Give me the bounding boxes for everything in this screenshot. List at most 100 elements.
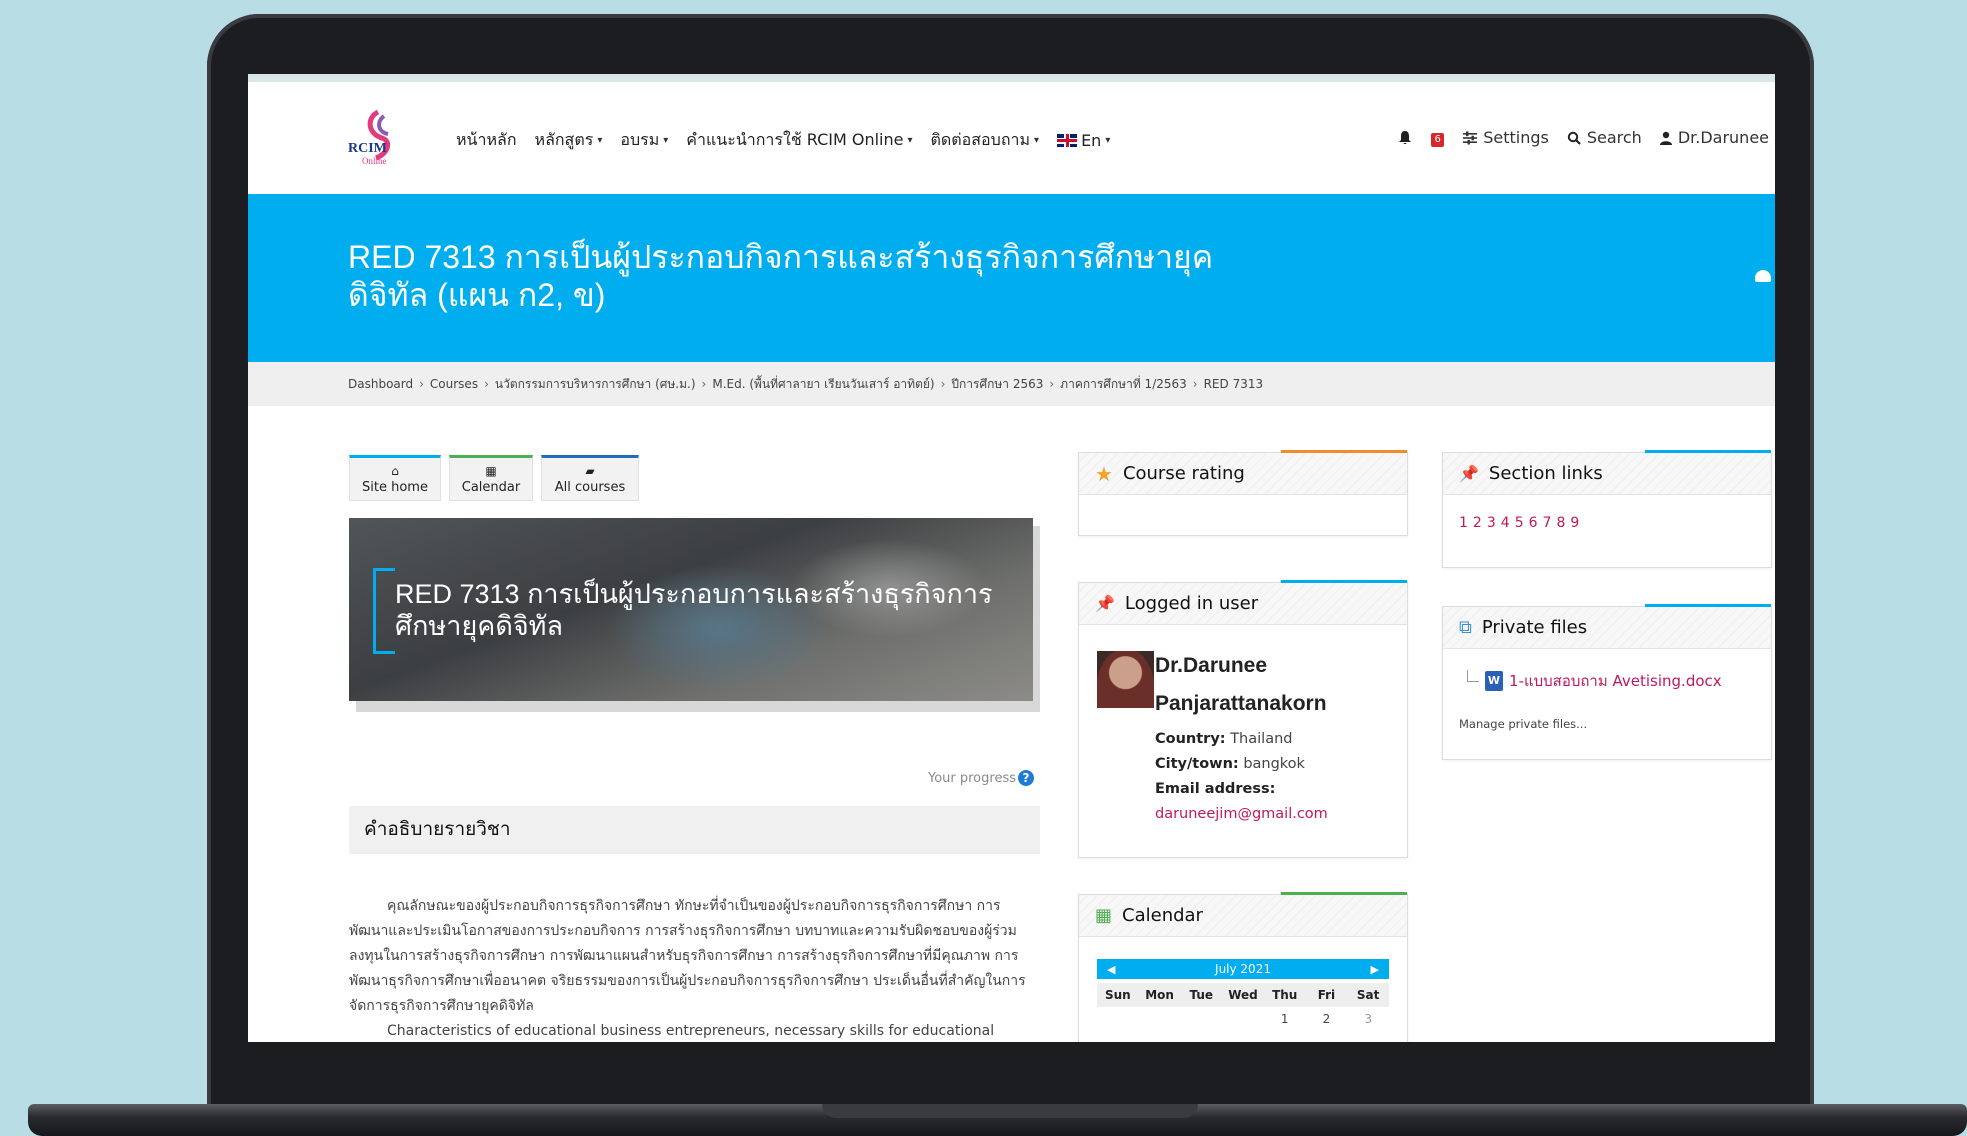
notification-count-badge: 6 xyxy=(1431,132,1445,147)
site-home-button[interactable]: ⌂ Site home xyxy=(349,455,441,501)
section-link[interactable]: 2 xyxy=(1473,515,1482,531)
block-accent xyxy=(1281,892,1407,895)
book-icon: ▰ xyxy=(585,464,595,478)
breadcrumb-separator: › xyxy=(1049,377,1055,391)
banner-title: RED 7313 การเป็นผู้ประกอบการและสร้างธุรก… xyxy=(395,579,993,641)
menu-guide[interactable]: คำแนะนำการใช้ RCIM Online ▾ xyxy=(686,128,912,153)
next-month-arrow-icon[interactable]: ▶ xyxy=(1371,963,1379,976)
calendar-day xyxy=(1222,1007,1264,1031)
file-name: 1-แบบสอบถาม Avetising.docx xyxy=(1509,672,1722,690)
dashboard-gauge-icon[interactable] xyxy=(1755,270,1771,282)
private-files-block: ⧉ Private files W 1-แบบสอบถาม Avetising.d… xyxy=(1442,604,1772,760)
calendar-grid: Sun Mon Tue Wed Thu Fri Sat 1 2 3 xyxy=(1097,983,1389,1031)
course-rating-title: Course rating xyxy=(1122,463,1245,484)
breadcrumb-separator: › xyxy=(701,377,707,391)
breadcrumb: Dashboard › Courses › นวัตกรรมการบริหารการ… xyxy=(248,362,1775,406)
browser-screen: RCIM Online หน้าหลัก หลักสูตร ▾ อบรม ▾ คำแ… xyxy=(248,74,1775,1042)
section-link[interactable]: 9 xyxy=(1570,515,1579,531)
email-label: Email address: xyxy=(1155,781,1276,797)
calendar-day[interactable]: 3 xyxy=(1347,1007,1389,1031)
block-accent xyxy=(1281,450,1407,453)
user-profile-button[interactable]: Dr.Darunee xyxy=(1659,128,1769,147)
menu-courses[interactable]: หลักสูตร ▾ xyxy=(535,128,603,153)
prev-month-arrow-icon[interactable]: ◀ xyxy=(1107,963,1115,976)
settings-label: Settings xyxy=(1483,128,1549,147)
breadcrumb-semester[interactable]: ภาคการศึกษาที่ 1/2563 xyxy=(1060,375,1187,394)
menu-contact[interactable]: ติดต่อสอบถาม ▾ xyxy=(931,128,1040,153)
search-button[interactable]: Search xyxy=(1567,128,1642,147)
section-link[interactable]: 1 xyxy=(1459,515,1468,531)
quick-links: ⌂ Site home ▦ Calendar ▰ All courses xyxy=(349,455,639,501)
search-icon xyxy=(1567,131,1581,145)
manage-private-files-link[interactable]: Manage private files... xyxy=(1459,717,1587,731)
sliders-icon xyxy=(1463,131,1478,144)
breadcrumb-dashboard[interactable]: Dashboard xyxy=(348,377,413,391)
private-files-title: Private files xyxy=(1481,617,1588,638)
tree-connector xyxy=(1467,670,1479,682)
top-navbar: RCIM Online หน้าหลัก หลักสูตร ▾ อบรม ▾ คำแ… xyxy=(248,82,1775,194)
course-rating-block: ★ Course rating xyxy=(1078,450,1408,536)
calendar-icon: ▦ xyxy=(485,464,497,478)
private-file-link[interactable]: W 1-แบบสอบถาม Avetising.docx xyxy=(1467,669,1722,693)
home-icon: ⌂ xyxy=(391,464,399,478)
logo-text: RCIM xyxy=(348,141,387,156)
section-link[interactable]: 3 xyxy=(1487,515,1496,531)
course-header: RED 7313 การเป็นผู้ประกอบกิจการและสร้างธ… xyxy=(248,194,1775,362)
settings-button[interactable]: Settings xyxy=(1463,128,1549,147)
breadcrumb-campus[interactable]: M.Ed. (พื้นที่ศาลายา เรียนวันเสาร์ อาทิต… xyxy=(712,375,934,394)
calendar-label: Calendar xyxy=(461,480,521,495)
section-heading: คำอธิบายรายวิชา xyxy=(349,806,1040,854)
menu-home[interactable]: หน้าหลัก xyxy=(456,128,517,153)
calendar-button[interactable]: ▦ Calendar xyxy=(449,455,533,501)
progress-label: Your progress xyxy=(927,770,1016,786)
section-link[interactable]: 7 xyxy=(1543,515,1552,531)
chevron-down-icon: ▾ xyxy=(907,135,913,146)
weekday-wed: Wed xyxy=(1228,988,1258,1002)
calendar-day[interactable]: 2 xyxy=(1306,1007,1348,1031)
weekday-fri: Fri xyxy=(1317,988,1336,1002)
course-progress: Your progress ? xyxy=(808,770,1034,786)
breadcrumb-program[interactable]: นวัตกรรมการบริหารการศึกษา (ศษ.ม.) xyxy=(495,375,696,394)
logo-subtext: Online xyxy=(362,156,387,166)
menu-training[interactable]: อบรม ▾ xyxy=(620,128,668,153)
calendar-day[interactable]: 1 xyxy=(1264,1007,1306,1031)
notifications-button[interactable] xyxy=(1397,130,1413,146)
menu-courses-label: หลักสูตร xyxy=(534,130,594,149)
description-english: Characteristics of educational business … xyxy=(387,1023,995,1039)
user-details: Country: Thailand City/town: bangkok Ema… xyxy=(1155,727,1328,827)
bell-icon xyxy=(1399,130,1412,144)
help-icon[interactable]: ? xyxy=(1018,770,1034,786)
breadcrumb-courses[interactable]: Courses xyxy=(430,377,478,391)
language-selector[interactable]: En ▾ xyxy=(1057,128,1110,153)
all-courses-label: All courses xyxy=(554,480,626,495)
block-accent xyxy=(1645,450,1771,453)
uk-flag-icon xyxy=(1057,134,1078,147)
menu-home-label: หน้าหลัก xyxy=(456,130,517,149)
block-accent xyxy=(1281,580,1407,583)
user-last-name: Panjarattanakorn xyxy=(1155,692,1327,715)
country-label: Country: xyxy=(1155,731,1226,747)
breadcrumb-separator: › xyxy=(419,377,424,391)
messages-button[interactable]: 6 xyxy=(1431,129,1445,147)
email-link[interactable]: daruneejim@gmail.com xyxy=(1155,806,1328,822)
section-link[interactable]: 4 xyxy=(1501,515,1510,531)
all-courses-button[interactable]: ▰ All courses xyxy=(541,455,639,501)
block-header: ⧉ Private files xyxy=(1443,607,1771,649)
avatar[interactable] xyxy=(1097,651,1154,708)
calendar-weekdays: Sun Mon Tue Wed Thu Fri Sat xyxy=(1097,983,1389,1007)
calendar-day xyxy=(1139,1007,1181,1031)
section-link[interactable]: 6 xyxy=(1529,515,1538,531)
breadcrumb-separator: › xyxy=(940,377,946,391)
calendar-title: Calendar xyxy=(1122,905,1203,926)
user-name-label: Dr.Darunee xyxy=(1677,128,1769,147)
section-link[interactable]: 5 xyxy=(1515,515,1524,531)
breadcrumb-course[interactable]: RED 7313 xyxy=(1204,377,1264,391)
pin-icon: 📌 xyxy=(1459,464,1479,483)
weekday-sat: Sat xyxy=(1356,988,1380,1002)
menu-guide-label: คำแนะนำการใช้ RCIM Online xyxy=(686,130,904,149)
rcim-logo[interactable]: RCIM Online xyxy=(348,108,404,170)
calendar-month-bar: ◀ July 2021 ▶ xyxy=(1097,959,1389,979)
section-link[interactable]: 8 xyxy=(1556,515,1565,531)
files-icon: ⧉ xyxy=(1459,617,1472,638)
breadcrumb-year[interactable]: ปีการศึกษา 2563 xyxy=(951,375,1043,394)
